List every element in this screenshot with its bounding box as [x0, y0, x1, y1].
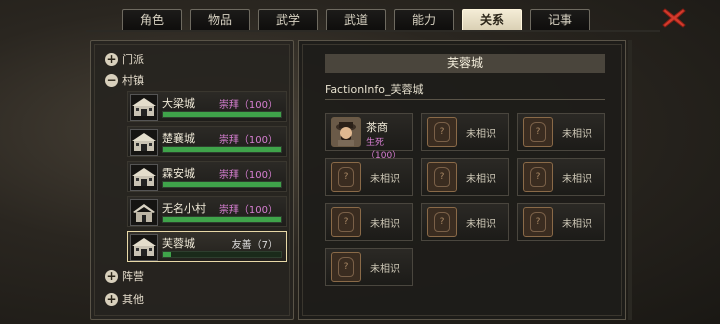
- unknown-portrait-icon: ?: [523, 162, 553, 192]
- town-name: 无名小村: [162, 202, 206, 215]
- town-gate-icon: [130, 94, 158, 121]
- npc-unknown-label: 未相识: [370, 219, 400, 230]
- faction-title: 芙蓉城: [325, 54, 605, 73]
- npc-card-unknown[interactable]: ? 未相识: [325, 203, 413, 241]
- relation-progress-bar: [162, 146, 282, 153]
- progress-fill: [163, 147, 281, 152]
- relation-status: 崇拜（100）: [218, 205, 278, 216]
- npc-card-unknown[interactable]: ? 未相识: [517, 113, 605, 151]
- top-tab-bar: 角色 物品 武学 武道 能力 关系 记事: [0, 0, 720, 31]
- unknown-portrait-icon: ?: [523, 117, 553, 147]
- npc-unknown-label: 未相识: [370, 174, 400, 185]
- unknown-portrait-icon: ?: [523, 207, 553, 237]
- npc-card-unknown[interactable]: ? 未相识: [325, 248, 413, 286]
- npc-unknown-label: 未相识: [466, 174, 496, 185]
- relation-status: 友善（7）: [231, 240, 278, 251]
- tab-items[interactable]: 物品: [190, 9, 250, 31]
- town-gate-icon: [130, 129, 158, 156]
- town-gate-icon: [130, 164, 158, 191]
- town-name: 楚襄城: [162, 132, 195, 145]
- relation-progress-bar: [162, 111, 282, 118]
- unknown-portrait-icon: ?: [427, 162, 457, 192]
- tab-underline: [86, 30, 660, 32]
- tab-abilities[interactable]: 能力: [394, 9, 454, 31]
- expand-icon[interactable]: +: [105, 52, 118, 66]
- faction-detail-panel: 芙蓉城 FactionInfo_芙蓉城 茶商 生死（100） ? 未相识 ? 未…: [298, 40, 626, 320]
- town-name: 大梁城: [162, 97, 195, 110]
- npc-unknown-label: 未相识: [562, 174, 592, 185]
- town-item-furong[interactable]: 芙蓉城 友善（7）: [127, 231, 287, 262]
- progress-fill: [163, 182, 281, 187]
- npc-card-unknown[interactable]: ? 未相识: [325, 158, 413, 196]
- tea-merchant-portrait-icon: [331, 117, 361, 147]
- expand-icon[interactable]: +: [105, 269, 118, 283]
- unknown-portrait-icon: ?: [331, 162, 361, 192]
- relation-status: 崇拜（100）: [218, 135, 278, 146]
- npc-unknown-label: 未相识: [562, 219, 592, 230]
- progress-fill: [163, 112, 281, 117]
- npc-unknown-label: 未相识: [562, 129, 592, 140]
- unknown-portrait-icon: ?: [331, 252, 361, 282]
- relation-progress-bar: [162, 251, 282, 258]
- category-factions[interactable]: + 阵营: [105, 267, 144, 285]
- npc-unknown-label: 未相识: [466, 129, 496, 140]
- progress-fill: [163, 252, 172, 257]
- divider: [325, 99, 605, 100]
- village-hut-icon: [130, 199, 158, 226]
- category-towns[interactable]: − 村镇: [105, 71, 144, 89]
- relations-category-panel: + 门派 − 村镇 大梁城 崇拜（100） 楚襄城 崇拜（100） 霖安城 崇拜…: [90, 40, 294, 320]
- tab-journal[interactable]: 记事: [530, 9, 590, 31]
- town-name: 芙蓉城: [162, 237, 195, 250]
- town-item-daliang[interactable]: 大梁城 崇拜（100）: [127, 91, 287, 122]
- tab-relations[interactable]: 关系: [462, 9, 522, 31]
- close-button[interactable]: [661, 6, 687, 30]
- tab-martial-way[interactable]: 武道: [326, 9, 386, 31]
- npc-unknown-label: 未相识: [466, 219, 496, 230]
- category-label: 阵营: [122, 270, 144, 283]
- faction-info-label: FactionInfo_芙蓉城: [325, 83, 424, 96]
- npc-card-tea-merchant[interactable]: 茶商 生死（100）: [325, 113, 413, 161]
- unknown-portrait-icon: ?: [427, 117, 457, 147]
- town-gate-icon: [130, 234, 158, 261]
- town-item-linan[interactable]: 霖安城 崇拜（100）: [127, 161, 287, 192]
- town-item-nameless-village[interactable]: 无名小村 崇拜（100）: [127, 196, 287, 227]
- unknown-portrait-icon: ?: [331, 207, 361, 237]
- category-label: 门派: [122, 53, 144, 66]
- npc-card-unknown[interactable]: ? 未相识: [421, 203, 509, 241]
- town-name: 霖安城: [162, 167, 195, 180]
- category-other[interactable]: + 其他: [105, 290, 144, 308]
- collapse-icon[interactable]: −: [105, 73, 118, 87]
- expand-icon[interactable]: +: [105, 292, 118, 306]
- category-label: 村镇: [122, 74, 144, 87]
- town-item-chuxiang[interactable]: 楚襄城 崇拜（100）: [127, 126, 287, 157]
- npc-name: 茶商: [366, 121, 388, 134]
- npc-unknown-label: 未相识: [370, 264, 400, 275]
- npc-card-unknown[interactable]: ? 未相识: [517, 158, 605, 196]
- npc-card-unknown[interactable]: ? 未相识: [421, 113, 509, 151]
- npc-card-unknown[interactable]: ? 未相识: [517, 203, 605, 241]
- tab-martial-arts[interactable]: 武学: [258, 9, 318, 31]
- relation-status: 崇拜（100）: [218, 100, 278, 111]
- category-label: 其他: [122, 293, 144, 306]
- panel-frame-edge: [628, 40, 632, 320]
- relation-progress-bar: [162, 216, 282, 223]
- category-sects[interactable]: + 门派: [105, 50, 144, 68]
- tab-character[interactable]: 角色: [122, 9, 182, 31]
- unknown-portrait-icon: ?: [427, 207, 457, 237]
- close-x-icon: [662, 8, 686, 28]
- npc-card-unknown[interactable]: ? 未相识: [421, 158, 509, 196]
- relation-status: 崇拜（100）: [218, 170, 278, 181]
- relation-progress-bar: [162, 181, 282, 188]
- progress-fill: [163, 217, 281, 222]
